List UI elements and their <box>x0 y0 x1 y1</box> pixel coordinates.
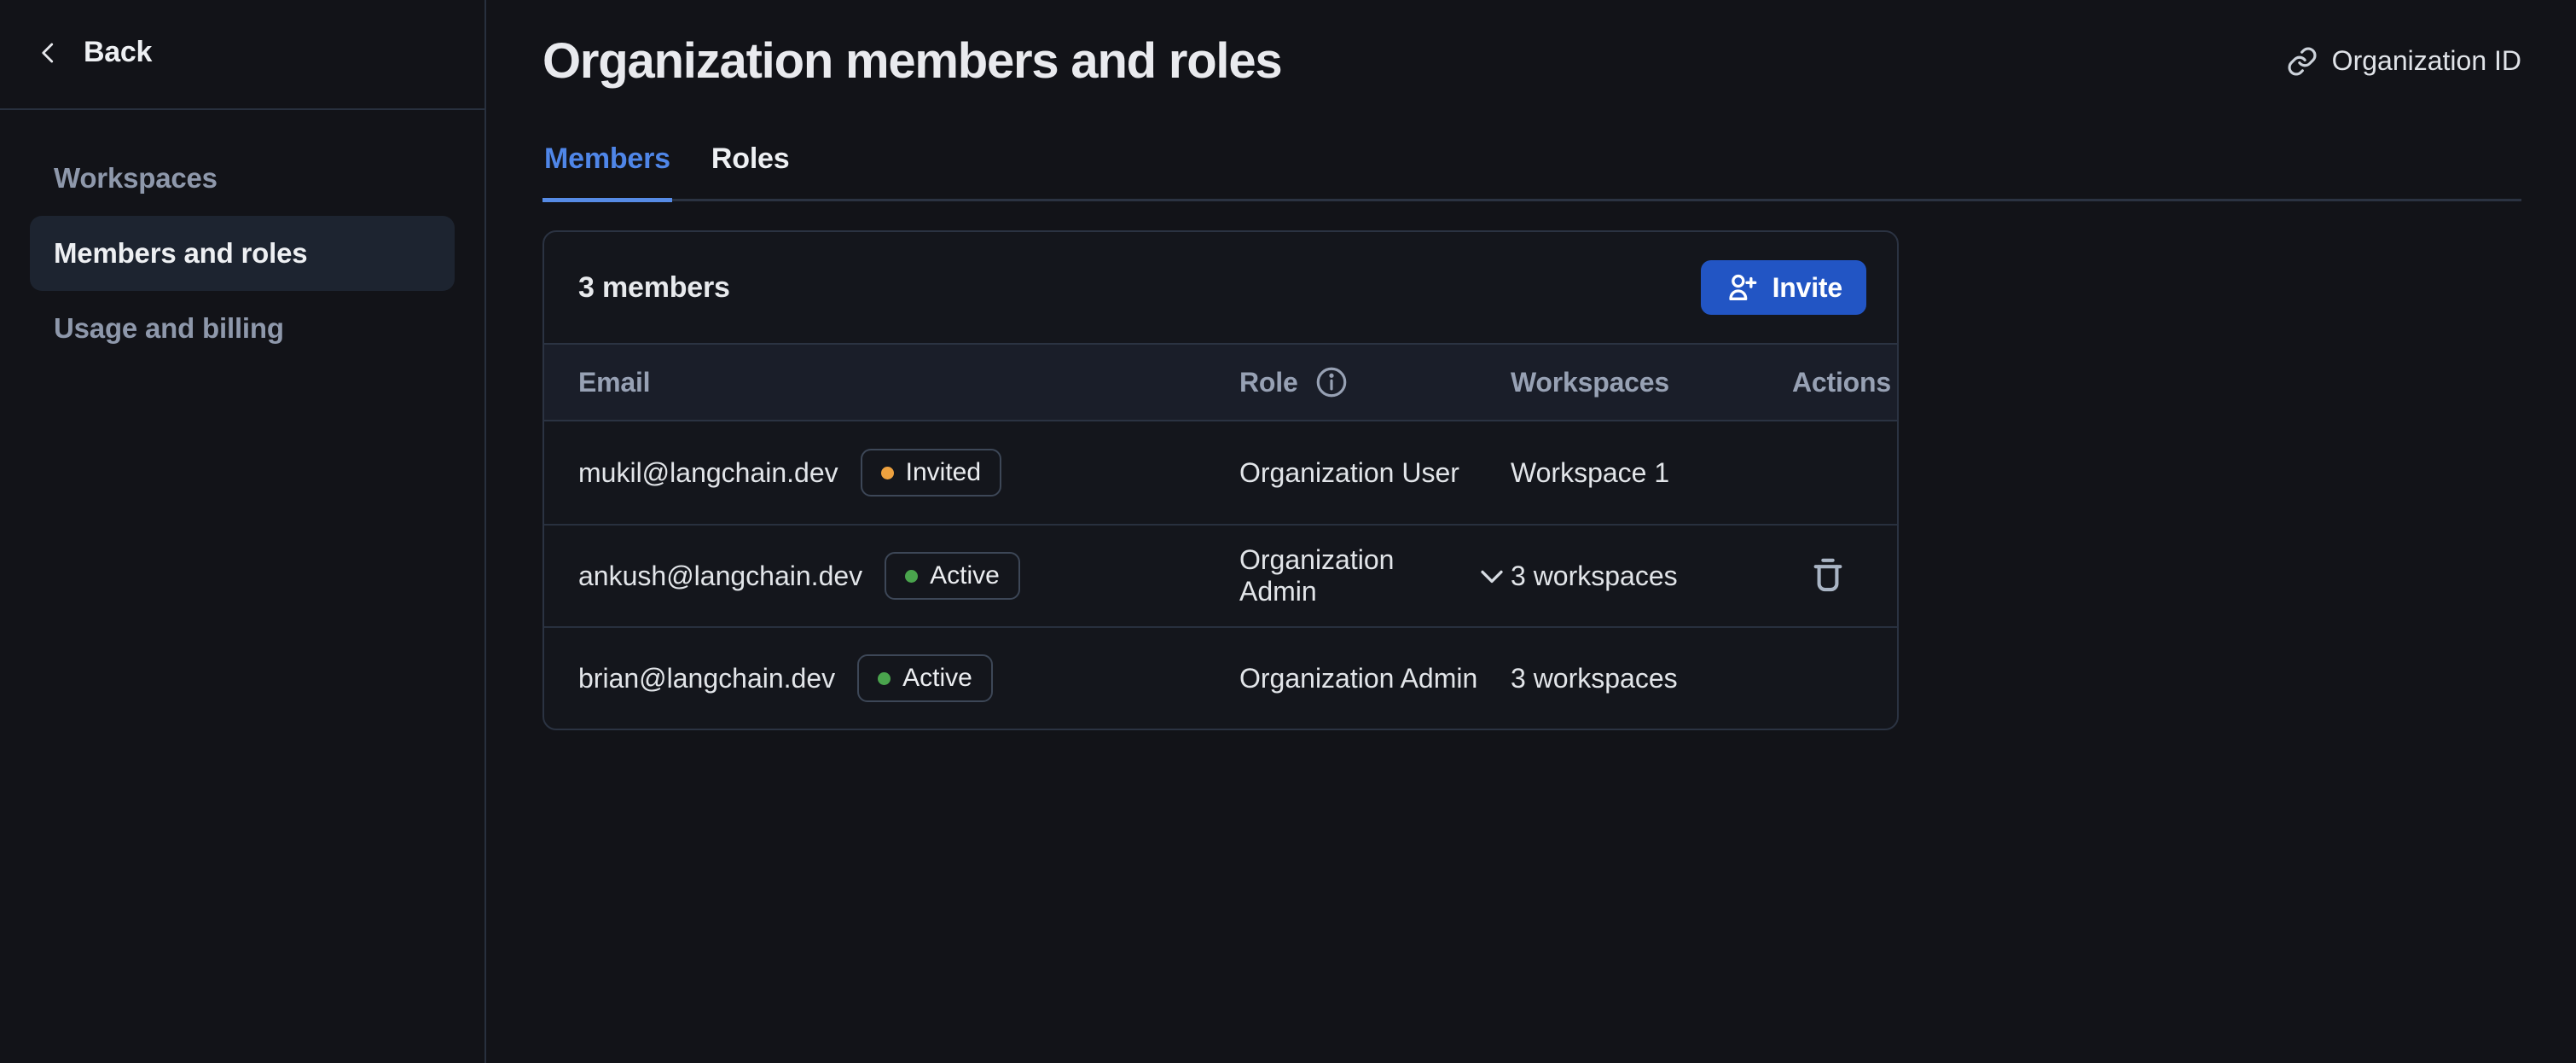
trash-icon <box>1806 554 1850 598</box>
sidebar-item-usage-and-billing[interactable]: Usage and billing <box>30 291 455 366</box>
sidebar-item-label: Members and roles <box>54 237 307 270</box>
members-table-body: mukil@langchain.dev Invited Organization… <box>544 421 1897 729</box>
member-workspaces: 3 workspaces <box>1511 663 1792 694</box>
column-header-actions: Actions <box>1792 367 1891 398</box>
delete-member-button[interactable] <box>1806 554 1850 598</box>
column-header-workspaces: Workspaces <box>1511 367 1792 398</box>
members-card-header: 3 members Invite <box>544 232 1897 343</box>
back-button[interactable]: Back <box>0 0 484 110</box>
page-title: Organization members and roles <box>542 32 1281 90</box>
status-label: Invited <box>906 458 981 487</box>
tab-roles[interactable]: Roles <box>710 142 792 202</box>
table-row: mukil@langchain.dev Invited Organization… <box>544 421 1897 524</box>
status-badge: Active <box>885 552 1020 600</box>
sidebar-item-label: Workspaces <box>54 162 218 195</box>
status-dot <box>878 672 891 685</box>
status-dot <box>881 467 894 479</box>
member-role: Organization Admin <box>1239 663 1477 694</box>
info-icon[interactable] <box>1314 364 1349 400</box>
chevron-down-icon[interactable] <box>1473 557 1511 595</box>
member-count: 3 members <box>578 271 730 305</box>
member-role: Organization User <box>1239 457 1459 489</box>
sidebar-item-members-and-roles[interactable]: Members and roles <box>30 216 455 291</box>
member-email: brian@langchain.dev <box>578 663 835 694</box>
status-dot <box>905 570 918 583</box>
status-badge: Invited <box>861 449 1001 497</box>
table-row: ankush@langchain.dev Active Organization… <box>544 524 1897 626</box>
organization-id-button[interactable]: Organization ID <box>2286 45 2521 78</box>
member-email: ankush@langchain.dev <box>578 561 862 592</box>
invite-button[interactable]: Invite <box>1701 260 1866 315</box>
status-badge: Active <box>857 654 993 702</box>
member-workspaces: 3 workspaces <box>1511 561 1792 592</box>
sidebar-item-workspaces[interactable]: Workspaces <box>30 141 455 216</box>
sidebar-item-label: Usage and billing <box>54 312 284 345</box>
user-plus-icon <box>1725 270 1759 305</box>
member-email: mukil@langchain.dev <box>578 457 838 489</box>
table-row: brian@langchain.dev Active Organization … <box>544 626 1897 729</box>
members-card: 3 members Invite Email Role Workspaces A… <box>542 230 1899 730</box>
column-header-email: Email <box>578 367 1239 398</box>
main-content: Organization members and roles Organizat… <box>486 0 2576 1063</box>
member-workspaces: Workspace 1 <box>1511 457 1792 489</box>
sidebar-nav: Workspaces Members and roles Usage and b… <box>0 141 484 366</box>
organization-id-label: Organization ID <box>2332 45 2521 77</box>
member-role: Organization Admin <box>1239 544 1458 607</box>
members-table-header: Email Role Workspaces Actions <box>544 343 1897 421</box>
page-header: Organization members and roles Organizat… <box>542 32 2521 90</box>
tab-bar: Members Roles <box>542 142 2521 201</box>
sidebar: Back Workspaces Members and roles Usage … <box>0 0 486 1063</box>
status-label: Active <box>930 561 1000 590</box>
chevron-left-icon <box>36 40 61 66</box>
invite-button-label: Invite <box>1772 272 1842 304</box>
tab-members[interactable]: Members <box>542 142 672 202</box>
column-header-role: Role <box>1239 367 1298 398</box>
back-label: Back <box>84 36 152 69</box>
link-icon <box>2286 45 2318 78</box>
status-label: Active <box>902 664 972 693</box>
